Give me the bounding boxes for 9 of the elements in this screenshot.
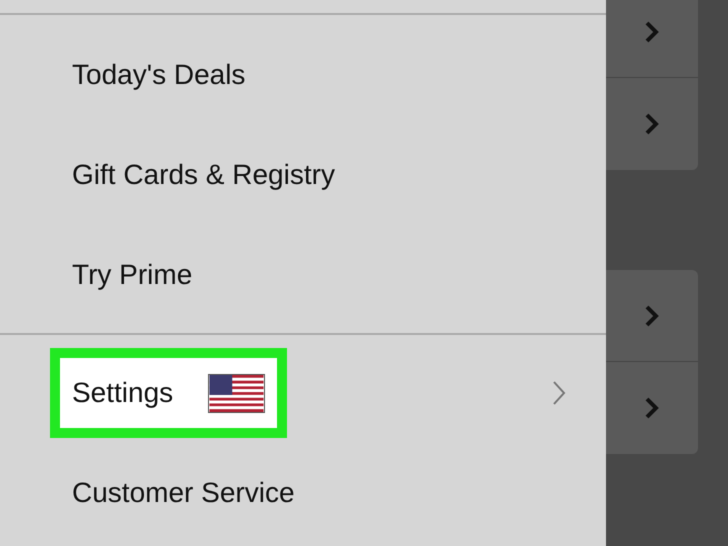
chevron-icon	[644, 20, 660, 44]
menu-item-label[interactable]: Settings	[72, 372, 174, 414]
menu-item-label[interactable]: Customer Service	[72, 472, 295, 514]
chevron-icon	[644, 112, 660, 136]
menu-item-label[interactable]: Today's Deals	[72, 54, 246, 96]
menu-item-label[interactable]: Gift Cards & Registry	[72, 154, 335, 196]
chevron-icon	[644, 304, 660, 328]
menu-item-label[interactable]: Try Prime	[72, 254, 192, 296]
chevron-icon	[644, 396, 660, 420]
